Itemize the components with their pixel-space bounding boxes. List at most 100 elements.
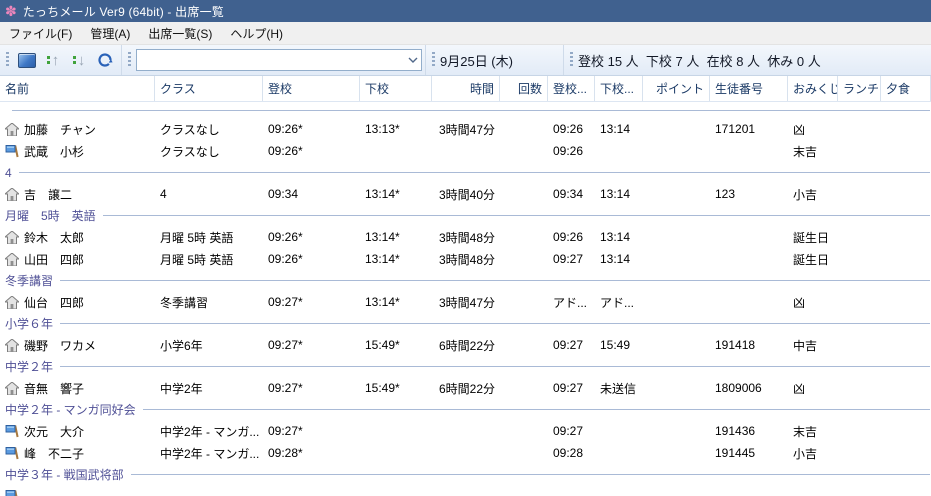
cell-class: 月曜 5時 英語: [155, 229, 263, 246]
chevron-down-icon: [407, 56, 419, 64]
cell-name: 音無 響子: [0, 380, 155, 397]
cell-name: 武蔵 小杉: [0, 143, 155, 160]
group-row[interactable]: 中学３年 - 戦国武将部: [0, 464, 931, 485]
column-header-omikuji[interactable]: おみくじ: [788, 76, 838, 101]
cell-leave_mail: 13:14: [595, 230, 643, 244]
column-header-time[interactable]: 時間: [432, 76, 500, 101]
cell-omikuji: 凶: [788, 294, 838, 311]
table-row[interactable]: 仙台 四郎冬季講習09:27*13:14*3時間47分アド...アド...凶: [0, 291, 931, 313]
table-row[interactable]: 武蔵 小杉クラスなし09:26*09:26末吉: [0, 140, 931, 162]
cell-arrive_mail: 09:27: [548, 252, 595, 266]
sort-ascending-button[interactable]: ↑: [40, 48, 66, 72]
cell-leave_mail: 13:14: [595, 122, 643, 136]
column-header-name[interactable]: 名前: [0, 76, 155, 101]
group-row[interactable]: 冬季講習: [0, 270, 931, 291]
cell-class: 月曜 5時 英語: [155, 251, 263, 268]
toolbar-grip[interactable]: [432, 52, 435, 68]
table-row[interactable]: 音無 響子中学2年09:27*15:49*6時間22分09:27未送信18090…: [0, 377, 931, 399]
student-name: 山田 四郎: [24, 251, 84, 268]
cell-name: 鈴木 太郎: [0, 229, 155, 246]
house-icon: [5, 253, 19, 266]
table-row[interactable]: 次元 大介中学2年 - マンガ...09:27*09:27191436末吉: [0, 420, 931, 442]
table-row[interactable]: 山田 四郎月曜 5時 英語09:26*13:14*3時間48分09:2713:1…: [0, 248, 931, 270]
group-row[interactable]: 4: [0, 162, 931, 183]
menu-help[interactable]: ヘルプ(H): [221, 22, 292, 45]
group-row[interactable]: 中学２年: [0, 356, 931, 377]
cell-class: 中学2年: [155, 380, 263, 397]
cell-class: 冬季講習: [155, 294, 263, 311]
filter-panel: [121, 45, 425, 75]
house-icon: [5, 231, 19, 244]
sort-descending-button[interactable]: ↓: [66, 48, 92, 72]
table-row[interactable]: 加藤 チャンクラスなし09:26*13:13*3時間47分09:2613:141…: [0, 118, 931, 140]
column-header-points[interactable]: ポイント: [643, 76, 710, 101]
cell-arrive_mail: 09:28: [548, 446, 595, 460]
column-header-leave[interactable]: 下校: [360, 76, 432, 101]
cell-arrive: 09:26*: [263, 122, 360, 136]
group-row[interactable]: 小学６年: [0, 313, 931, 334]
cell-name: 吉 譲二: [0, 186, 155, 203]
cell-arrive: 09:27*: [263, 424, 360, 438]
table-row[interactable]: 鈴木 太郎月曜 5時 英語09:26*13:14*3時間48分09:2613:1…: [0, 226, 931, 248]
toolbar-grip[interactable]: [570, 52, 573, 68]
group-divider-line: [60, 280, 930, 281]
column-header-count[interactable]: 回数: [500, 76, 548, 101]
cell-omikuji: 凶: [788, 121, 838, 138]
toolbar: ↑ ↓ 9月25日 (木) 登校 15 人 下校 7 人 在校 8 人 休み 0…: [0, 45, 931, 76]
cell-time: 3時間47分: [432, 121, 500, 138]
refresh-button[interactable]: [92, 48, 118, 72]
table-row[interactable]: [0, 485, 931, 496]
cell-arrive_mail: 09:34: [548, 187, 595, 201]
cell-arrive: 09:28*: [263, 446, 360, 460]
cell-leave_mail: 13:14: [595, 252, 643, 266]
filter-combobox[interactable]: [136, 49, 422, 71]
cell-leave_mail: 未送信: [595, 380, 643, 397]
cell-leave_mail: アド...: [595, 294, 643, 311]
cell-leave_mail: 15:49: [595, 338, 643, 352]
column-header-dinner[interactable]: 夕食: [881, 76, 931, 101]
cell-arrive_mail: 09:26: [548, 122, 595, 136]
group-divider-line: [60, 323, 930, 324]
menu-manage[interactable]: 管理(A): [81, 22, 139, 45]
student-name: 仙台 四郎: [24, 294, 84, 311]
group-row[interactable]: 月曜 5時 英語: [0, 205, 931, 226]
student-name: 鈴木 太郎: [24, 229, 84, 246]
menu-file[interactable]: ファイル(F): [0, 22, 81, 45]
cell-time: 3時間48分: [432, 251, 500, 268]
column-header-lunch[interactable]: ランチ: [838, 76, 881, 101]
column-header-class[interactable]: クラス: [155, 76, 263, 101]
toolbar-grip[interactable]: [128, 52, 131, 68]
menu-attendance-list[interactable]: 出席一覧(S): [139, 22, 221, 45]
cell-name: 磯野 ワカメ: [0, 337, 155, 354]
group-divider-line: [143, 409, 930, 410]
green-dots-icon: [73, 56, 76, 64]
group-row[interactable]: 中学２年 - マンガ同好会: [0, 399, 931, 420]
column-header-arrive_mail[interactable]: 登校...: [548, 76, 595, 101]
column-header-leave_mail[interactable]: 下校...: [595, 76, 643, 101]
title-bar: ✽ たっちメール Ver9 (64bit) - 出席一覧: [0, 0, 931, 22]
cell-class: 小学6年: [155, 337, 263, 354]
app-flower-icon: ✽: [5, 4, 17, 18]
house-icon: [5, 382, 19, 395]
column-header-arrive[interactable]: 登校: [263, 76, 360, 101]
cell-name: 次元 大介: [0, 423, 155, 440]
arrow-down-icon: ↓: [78, 53, 86, 68]
column-header-student_no[interactable]: 生徒番号: [710, 76, 788, 101]
table-row[interactable]: 吉 譲二409:3413:14*3時間40分09:3413:14123小吉: [0, 183, 931, 205]
cell-arrive: 09:27*: [263, 338, 360, 352]
table-row[interactable]: 峰 不二子中学2年 - マンガ...09:28*09:28191445小吉: [0, 442, 931, 464]
group-row[interactable]: [0, 102, 931, 118]
attendance-window-button[interactable]: [14, 48, 40, 72]
table-row[interactable]: 磯野 ワカメ小学6年09:27*15:49*6時間22分09:2715:4919…: [0, 334, 931, 356]
student-name: 音無 響子: [24, 380, 84, 397]
cell-arrive_mail: 09:27: [548, 424, 595, 438]
cell-time: 3時間48分: [432, 229, 500, 246]
cell-arrive_mail: アド...: [548, 294, 595, 311]
toolbar-grip[interactable]: [6, 52, 9, 68]
toolbar-buttons-panel: ↑ ↓: [0, 45, 121, 75]
cell-arrive: 09:26*: [263, 144, 360, 158]
cell-class: 中学2年 - マンガ...: [155, 423, 263, 440]
group-label: 月曜 5時 英語: [5, 207, 96, 224]
cell-omikuji: 誕生日: [788, 229, 838, 246]
cell-omikuji: 誕生日: [788, 251, 838, 268]
